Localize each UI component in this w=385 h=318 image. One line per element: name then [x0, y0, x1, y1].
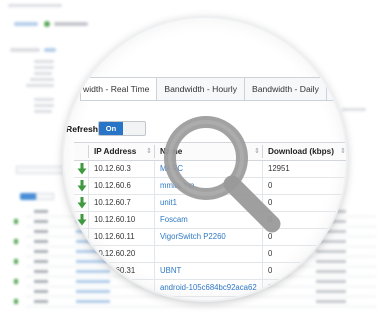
table-row[interactable]: 10.12.60.33 android-105c684bc92aca62 0	[74, 280, 346, 297]
magnifier-lens: width - Real Time Bandwidth - Hourly Ban…	[64, 18, 346, 300]
refresh-label: Refresh	[66, 124, 98, 134]
cell-ip: 10.12.60.6	[94, 181, 131, 190]
magnifier-icon	[164, 116, 281, 233]
cell-download: 0	[268, 283, 273, 292]
tab-bandwidth-daily[interactable]: Bandwidth - Daily	[245, 77, 327, 101]
cell-ip: 10.12.60.34	[94, 297, 135, 300]
green-down-arrow-icon	[77, 214, 87, 226]
tab-bandwidth-real-time[interactable]: width - Real Time	[80, 77, 158, 101]
green-down-arrow-icon	[77, 163, 87, 175]
green-down-arrow-icon	[77, 197, 87, 209]
table-row[interactable]: 10.12.60.31 UBNT 0	[74, 263, 346, 280]
tab-bandwidth-hourly[interactable]: Bandwidth - Hourly	[157, 77, 245, 101]
column-header-ip[interactable]: IP Address	[94, 143, 136, 160]
refresh-toggle-on: On	[99, 122, 123, 135]
green-down-arrow-icon	[77, 248, 87, 260]
cell-download: 0	[268, 297, 272, 300]
green-down-arrow-icon	[77, 231, 87, 243]
sort-icon[interactable]: ⇕	[340, 143, 346, 160]
screenshot-stage: width - Real Time Bandwidth - Hourly Ban…	[0, 0, 385, 318]
cell-ip: 10.12.60.3	[94, 164, 131, 173]
table-row[interactable]: 10.12.60.20 0	[74, 246, 346, 263]
refresh-toggle[interactable]: On	[98, 121, 146, 136]
green-down-arrow-icon	[77, 180, 87, 192]
cell-ip: 10.12.60.33	[94, 283, 136, 292]
lens-content: width - Real Time Bandwidth - Hourly Ban…	[64, 18, 346, 300]
cell-ip: 10.12.60.11	[94, 232, 135, 241]
cell-name[interactable]: android-105c684bc92aca62	[160, 280, 257, 296]
tab-bandwidth-more[interactable]: Bandwi	[326, 77, 346, 101]
bandwidth-tabs: width - Real Time Bandwidth - Hourly Ban…	[80, 77, 346, 101]
cell-ip: 10.12.60.20	[94, 249, 136, 258]
cell-ip: 10.12.60.7	[94, 198, 131, 207]
green-down-arrow-icon	[77, 282, 87, 294]
cell-download: 0	[268, 249, 273, 258]
cell-download: 0	[268, 266, 273, 275]
green-down-arrow-icon	[77, 265, 87, 277]
cell-ip: 10.12.60.31	[94, 266, 136, 275]
cell-ip: 10.12.60.10	[94, 215, 136, 224]
cell-name[interactable]: android-bd5794 1b329df01a	[160, 297, 258, 300]
cell-name[interactable]: UBNT	[160, 263, 181, 279]
table-row[interactable]: 10.12.60.34 android-bd5794 1b329df01a 0	[74, 297, 346, 300]
green-down-arrow-icon	[80, 299, 84, 300]
